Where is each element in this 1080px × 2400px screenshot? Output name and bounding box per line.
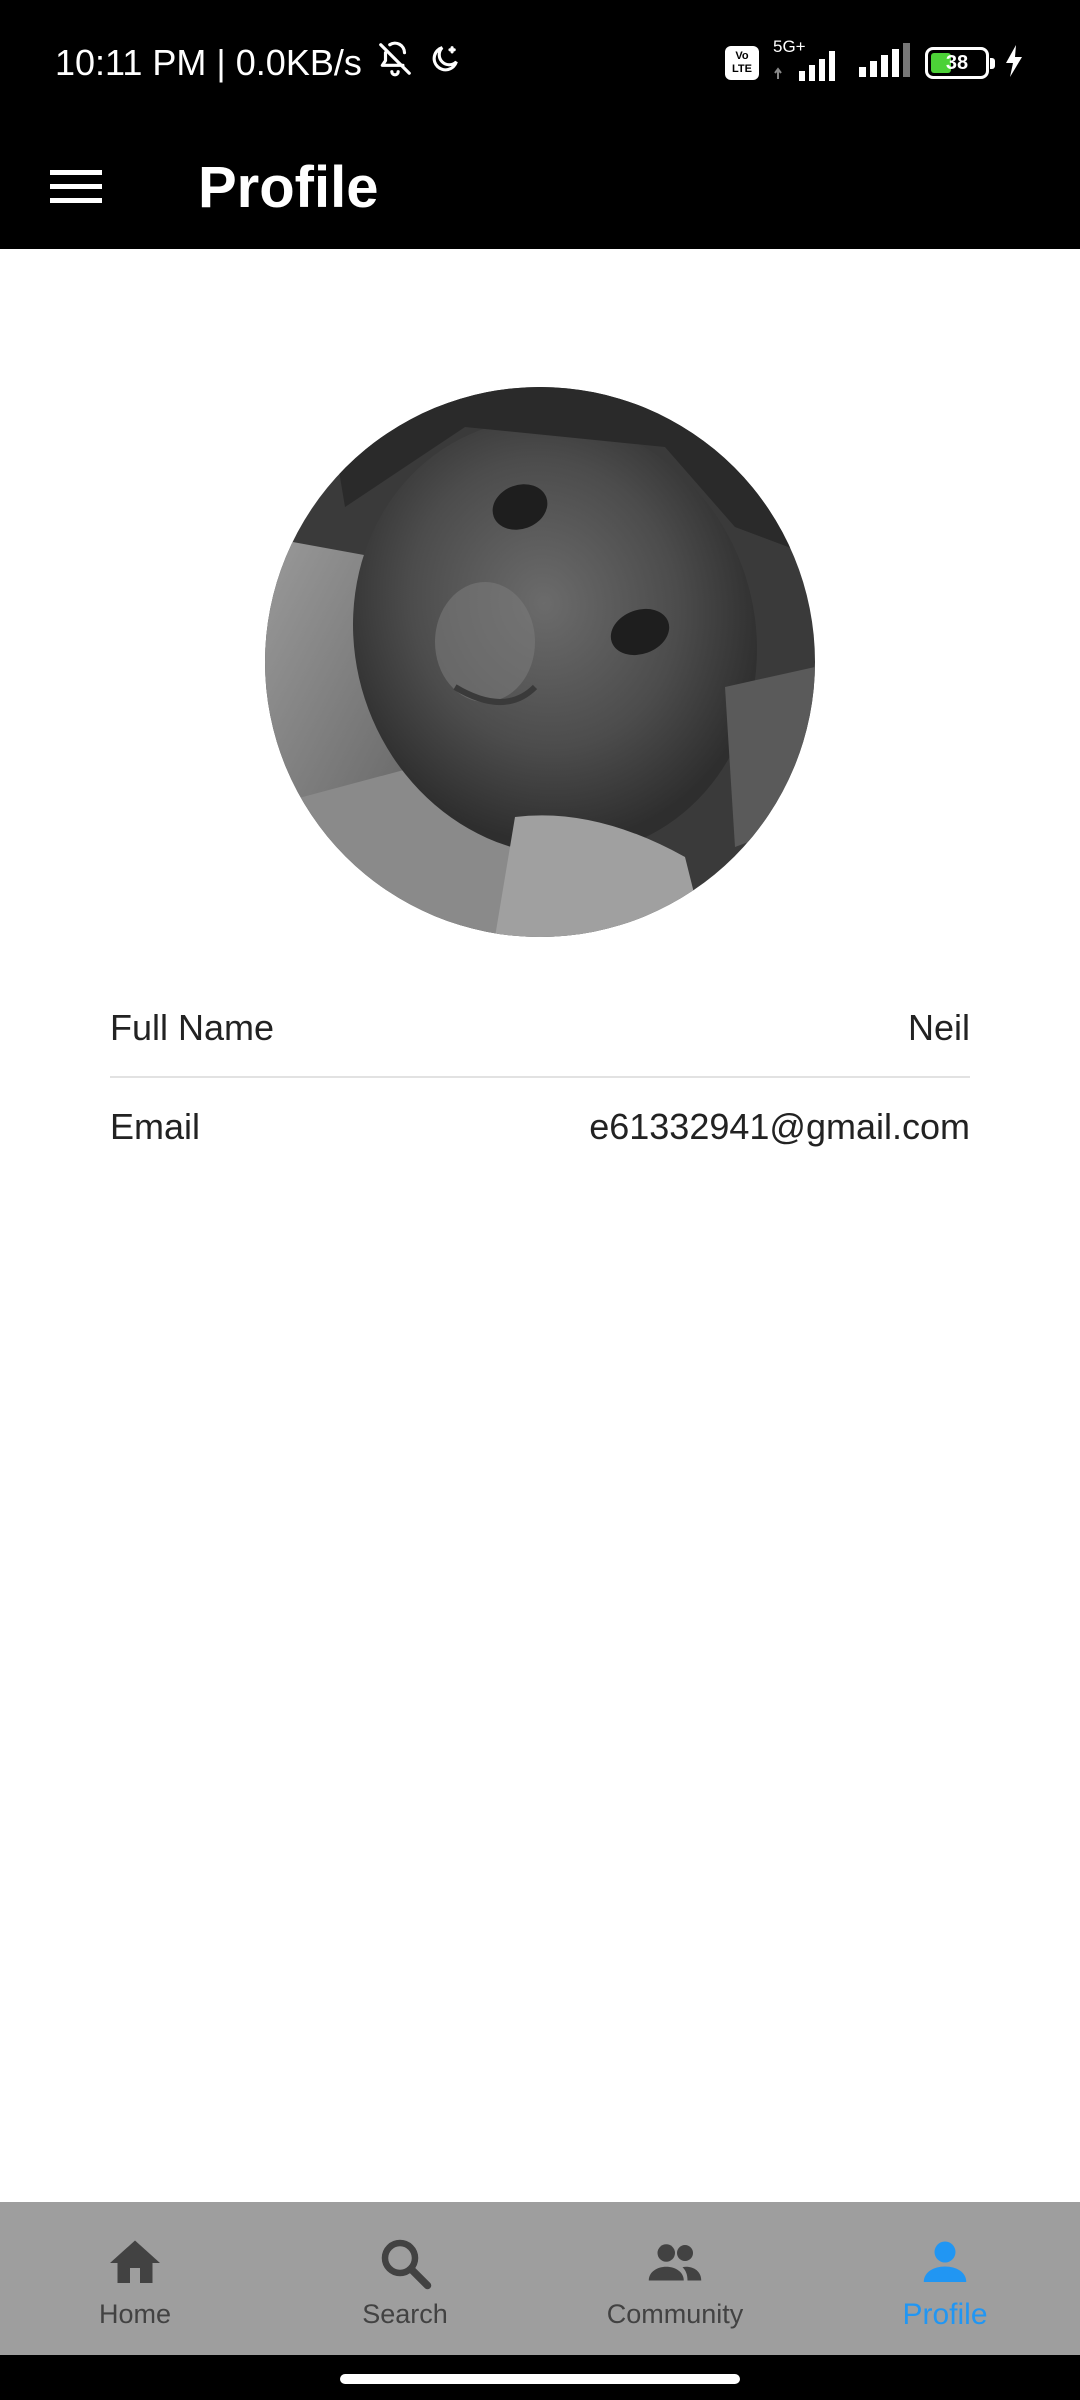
nav-item-profile[interactable]: Profile bbox=[810, 2202, 1080, 2355]
people-icon bbox=[648, 2244, 702, 2281]
status-right: Vo LTE 5G+ 38 bbox=[725, 37, 1025, 88]
nav-item-search[interactable]: Search bbox=[270, 2202, 540, 2355]
bell-off-icon bbox=[376, 40, 414, 87]
status-time-speed: 10:11 PM | 0.0KB/s bbox=[55, 42, 362, 83]
gesture-area bbox=[0, 2355, 1080, 2400]
nav-label-community: Community bbox=[606, 2299, 744, 2329]
charging-bolt-icon bbox=[1003, 44, 1025, 83]
menu-button[interactable] bbox=[40, 155, 112, 219]
email-value: e61332941@gmail.com bbox=[589, 1106, 970, 1147]
signal-icon bbox=[857, 42, 911, 84]
profile-avatar[interactable] bbox=[265, 387, 815, 937]
nav-label-profile: Profile bbox=[902, 2297, 988, 2331]
home-icon bbox=[110, 2240, 160, 2283]
battery-level-text: 38 bbox=[945, 51, 969, 74]
person-icon bbox=[923, 2241, 967, 2282]
status-bar: 10:11 PM | 0.0KB/s Vo LTE 5G+ 38 bbox=[0, 0, 1080, 125]
search-icon bbox=[381, 2239, 432, 2290]
email-label: Email bbox=[110, 1106, 201, 1147]
moon-icon bbox=[428, 42, 462, 85]
full-name-label: Full Name bbox=[110, 1007, 275, 1048]
home-gesture-bar[interactable] bbox=[340, 2374, 740, 2384]
volte-badge: Vo LTE bbox=[725, 46, 759, 80]
profile-info-list: Full Name Neil Email e61332941@gmail.com bbox=[110, 980, 970, 1176]
email-row: Email e61332941@gmail.com bbox=[110, 1078, 970, 1176]
nav-label-search: Search bbox=[362, 2299, 448, 2329]
signal-5g-icon: 5G+ bbox=[773, 37, 843, 83]
full-name-row: Full Name Neil bbox=[110, 980, 970, 1078]
nav-item-home[interactable]: Home bbox=[0, 2202, 270, 2355]
battery-icon: 38 bbox=[925, 47, 995, 79]
hamburger-menu-icon bbox=[50, 170, 102, 203]
profile-screen: 10:11 PM | 0.0KB/s Vo LTE 5G+ 38 Profile… bbox=[0, 0, 1080, 2400]
full-name-value: Neil bbox=[907, 1007, 970, 1048]
nav-label-home: Home bbox=[98, 2299, 172, 2329]
app-bar: Profile bbox=[0, 125, 1080, 249]
status-left: 10:11 PM | 0.0KB/s bbox=[55, 38, 462, 88]
nav-item-community[interactable]: Community bbox=[540, 2202, 810, 2355]
bottom-navigation: Home Search Community Profile bbox=[0, 2202, 1080, 2355]
page-title: Profile bbox=[198, 154, 379, 220]
